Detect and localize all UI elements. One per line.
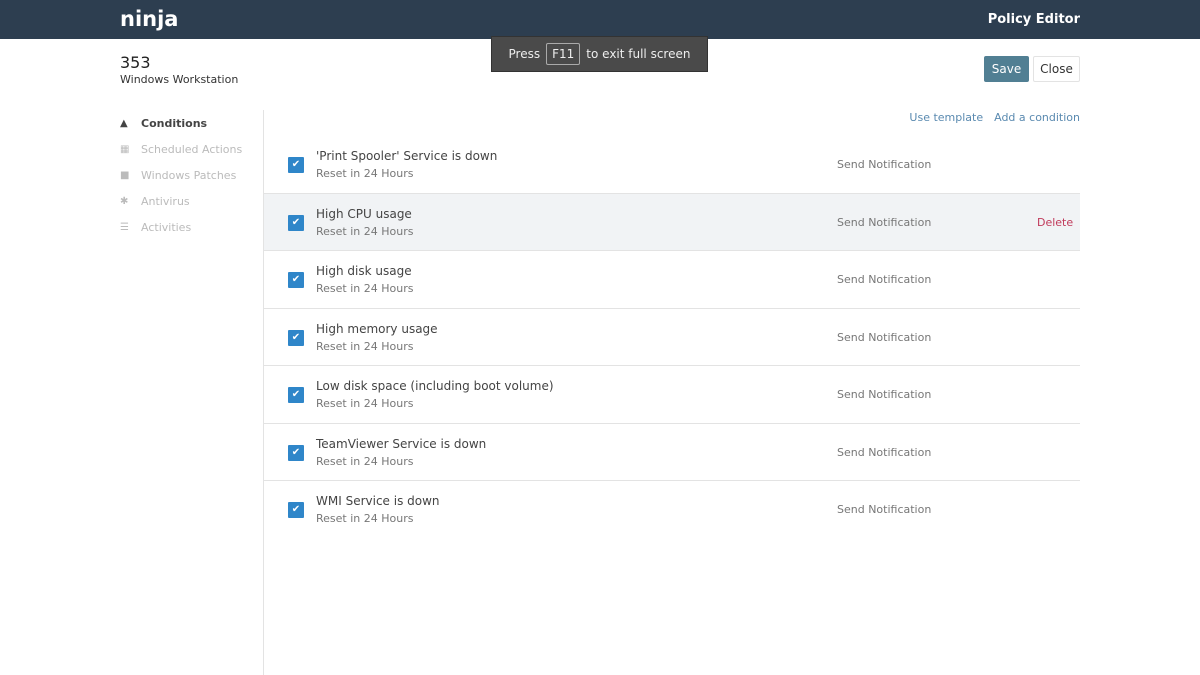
condition-row[interactable]: ✔ High CPU usage Reset in 24 Hours Send … bbox=[264, 193, 1080, 251]
condition-title[interactable]: High memory usage bbox=[316, 322, 438, 336]
check-icon: ✔ bbox=[291, 446, 301, 458]
condition-reset: Reset in 24 Hours bbox=[316, 282, 414, 295]
toast-prefix: Press bbox=[508, 47, 541, 61]
condition-row[interactable]: ✔ High disk usage Reset in 24 Hours Send… bbox=[264, 251, 1080, 309]
sidebar-item-antivirus[interactable]: ✱ Antivirus bbox=[120, 188, 242, 214]
add-condition-link[interactable]: Add a condition bbox=[994, 111, 1080, 124]
condition-title[interactable]: TeamViewer Service is down bbox=[316, 437, 486, 451]
sidebar-item-label: Windows Patches bbox=[141, 168, 237, 182]
condition-reset: Reset in 24 Hours bbox=[316, 339, 414, 353]
conditions-list: ✔ 'Print Spooler' Service is down Reset … bbox=[264, 136, 1080, 539]
ninja-logo[interactable]: ninja bbox=[120, 7, 178, 31]
condition-reset: Reset in 24 Hours bbox=[316, 224, 414, 238]
calendar-icon: ▦ bbox=[120, 143, 130, 155]
windows-icon: ■ bbox=[120, 169, 130, 181]
check-icon: ✔ bbox=[291, 274, 301, 285]
condition-title[interactable]: WMI Service is down bbox=[316, 494, 440, 508]
check-icon: ✔ bbox=[291, 389, 301, 400]
toast-suffix: to exit full screen bbox=[586, 47, 691, 61]
condition-action: Send Notification bbox=[837, 158, 932, 171]
check-icon: ✔ bbox=[291, 159, 301, 170]
condition-reset: Reset in 24 Hours bbox=[316, 397, 414, 410]
condition-reset: Reset in 24 Hours bbox=[316, 167, 414, 180]
condition-action: Send Notification bbox=[837, 503, 932, 516]
condition-title[interactable]: High CPU usage bbox=[316, 207, 412, 221]
condition-row[interactable]: ✔ TeamViewer Service is down Reset in 24… bbox=[264, 424, 1080, 481]
delete-button[interactable]: Delete bbox=[1037, 216, 1073, 229]
condition-row[interactable]: ✔ 'Print Spooler' Service is down Reset … bbox=[264, 136, 1080, 194]
bug-icon: ✱ bbox=[120, 195, 129, 207]
sidebar-item-scheduled-actions[interactable]: ▦ Scheduled Actions bbox=[120, 136, 242, 162]
condition-title[interactable]: High disk usage bbox=[316, 264, 412, 278]
sidebar-item-windows-patches[interactable]: ■ Windows Patches bbox=[120, 162, 242, 188]
condition-action: Send Notification bbox=[837, 273, 932, 286]
close-button[interactable]: Close bbox=[1033, 56, 1080, 82]
condition-checkbox[interactable]: ✔ bbox=[288, 444, 304, 461]
condition-reset: Reset in 24 Hours bbox=[316, 512, 414, 525]
sidebar: ▲ Conditions ▦ Scheduled Actions ■ Windows … bbox=[120, 110, 242, 240]
check-icon: ✔ bbox=[291, 331, 301, 343]
condition-action: Send Notification bbox=[837, 388, 932, 401]
save-button[interactable]: Save bbox=[984, 56, 1029, 82]
condition-action: Send Notification bbox=[837, 215, 932, 229]
toast-key: F11 bbox=[546, 43, 581, 65]
sidebar-item-label: Antivirus bbox=[141, 194, 190, 208]
sidebar-item-label: Conditions bbox=[141, 116, 208, 130]
condition-row[interactable]: ✔ Low disk space (including boot volume)… bbox=[264, 366, 1080, 424]
condition-checkbox[interactable]: ✔ bbox=[288, 329, 304, 346]
condition-checkbox[interactable]: ✔ bbox=[288, 272, 304, 288]
check-icon: ✔ bbox=[291, 504, 301, 515]
sidebar-item-activities[interactable]: ☰ Activities bbox=[120, 214, 242, 240]
condition-checkbox[interactable]: ✔ bbox=[288, 502, 304, 518]
condition-action: Send Notification bbox=[837, 445, 932, 459]
condition-title[interactable]: Low disk space (including boot volume) bbox=[316, 379, 554, 393]
top-bar: ninja Policy Editor bbox=[0, 0, 1200, 39]
condition-checkbox[interactable]: ✔ bbox=[288, 157, 304, 173]
condition-reset: Reset in 24 Hours bbox=[316, 454, 414, 468]
sidebar-item-label: Activities bbox=[141, 220, 192, 234]
condition-row[interactable]: ✔ WMI Service is down Reset in 24 Hours … bbox=[264, 481, 1080, 539]
sidebar-item-conditions[interactable]: ▲ Conditions bbox=[120, 110, 242, 136]
sidebar-item-label: Scheduled Actions bbox=[141, 142, 243, 156]
page-title: Policy Editor bbox=[987, 12, 1080, 27]
condition-action: Send Notification bbox=[837, 330, 932, 344]
fullscreen-toast: Press F11 to exit full screen bbox=[491, 36, 708, 72]
use-template-link[interactable]: Use template bbox=[909, 111, 983, 124]
condition-title[interactable]: 'Print Spooler' Service is down bbox=[316, 149, 497, 163]
condition-links: Use template Add a condition bbox=[909, 111, 1080, 124]
check-icon: ✔ bbox=[291, 216, 301, 228]
condition-row[interactable]: ✔ High memory usage Reset in 24 Hours Se… bbox=[264, 309, 1080, 366]
policy-number: 353 bbox=[120, 53, 151, 72]
list-icon: ☰ bbox=[120, 221, 129, 233]
policy-type: Windows Workstation bbox=[120, 73, 239, 86]
condition-checkbox[interactable]: ✔ bbox=[288, 214, 304, 231]
condition-checkbox[interactable]: ✔ bbox=[288, 387, 304, 403]
warning-icon: ▲ bbox=[120, 117, 128, 129]
